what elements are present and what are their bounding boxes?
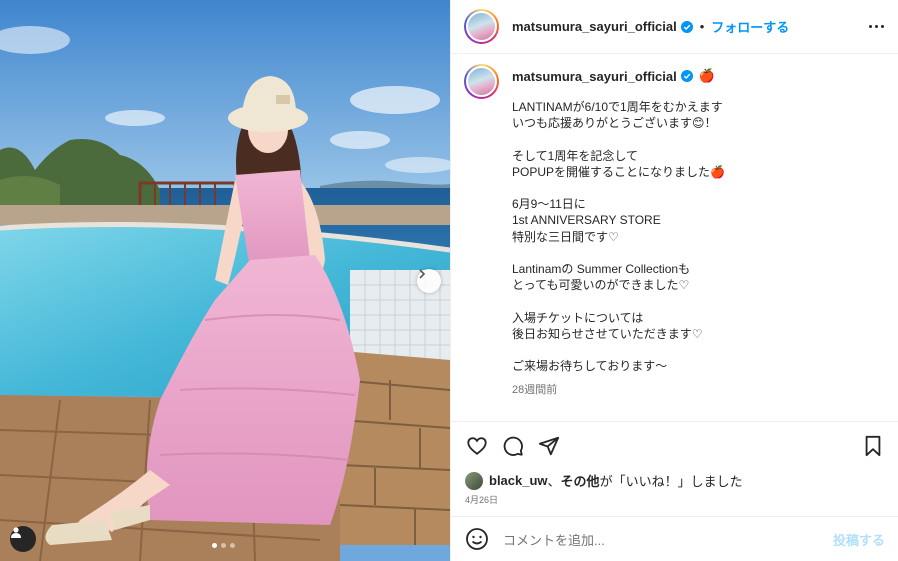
user-icon (11, 527, 21, 538)
likes-others-link[interactable]: その他 (561, 471, 600, 490)
likes-connector: 、 (547, 474, 561, 489)
more-options-icon[interactable] (869, 25, 884, 28)
caption-username[interactable]: matsumura_sayuri_official (512, 69, 677, 84)
bookmark-icon[interactable] (861, 434, 885, 458)
liker-username[interactable]: black_uw (489, 473, 548, 488)
comment-input[interactable]: コメントを追加... (503, 530, 833, 549)
caption-time-ago[interactable]: 28週間前 (512, 381, 725, 397)
follow-button[interactable]: フォローする (711, 17, 789, 36)
post-comment-button[interactable]: 投稿する (833, 530, 885, 549)
post-photo[interactable] (0, 0, 450, 561)
carousel-indicator (212, 543, 235, 548)
caption-author-avatar[interactable] (464, 64, 499, 99)
header-separator: • (699, 19, 705, 34)
author-username[interactable]: matsumura_sayuri_official (512, 19, 677, 34)
carousel-next-button[interactable] (417, 269, 441, 293)
tagged-users-button[interactable] (10, 526, 36, 552)
comment-icon[interactable] (501, 434, 525, 458)
apple-emoji: 🍎 (698, 68, 715, 83)
post-caption: matsumura_sayuri_official 🍎 LANTINAMが6/1… (464, 64, 884, 419)
comment-bar: コメントを追加... 投稿する (451, 516, 898, 561)
caption-text: LANTINAMが6/10で1周年をむかえます いつも応援ありがとうございます😊… (512, 100, 725, 374)
post-actions (451, 421, 898, 469)
carousel-dot (212, 543, 217, 548)
chevron-right-icon (419, 269, 426, 279)
likes-suffix: が「いいね！」しました (599, 474, 743, 489)
verified-badge-icon (680, 20, 693, 33)
author-avatar[interactable] (464, 9, 499, 44)
carousel-dot (221, 543, 226, 548)
post-details-panel: matsumura_sayuri_official • フォローする matsu… (450, 0, 898, 561)
likes-summary: black_uw 、 その他 が「いいね！」しました (465, 471, 743, 490)
liker-avatar[interactable] (465, 471, 483, 490)
post-date[interactable]: 4月26日 (465, 493, 498, 506)
heart-icon[interactable] (465, 434, 489, 458)
carousel-dot (230, 543, 235, 548)
verified-badge-icon (680, 70, 693, 82)
smiley-icon[interactable] (465, 527, 489, 551)
photo-illustration (0, 0, 450, 561)
paper-plane-icon[interactable] (537, 434, 561, 458)
post-header: matsumura_sayuri_official • フォローする (451, 0, 898, 54)
